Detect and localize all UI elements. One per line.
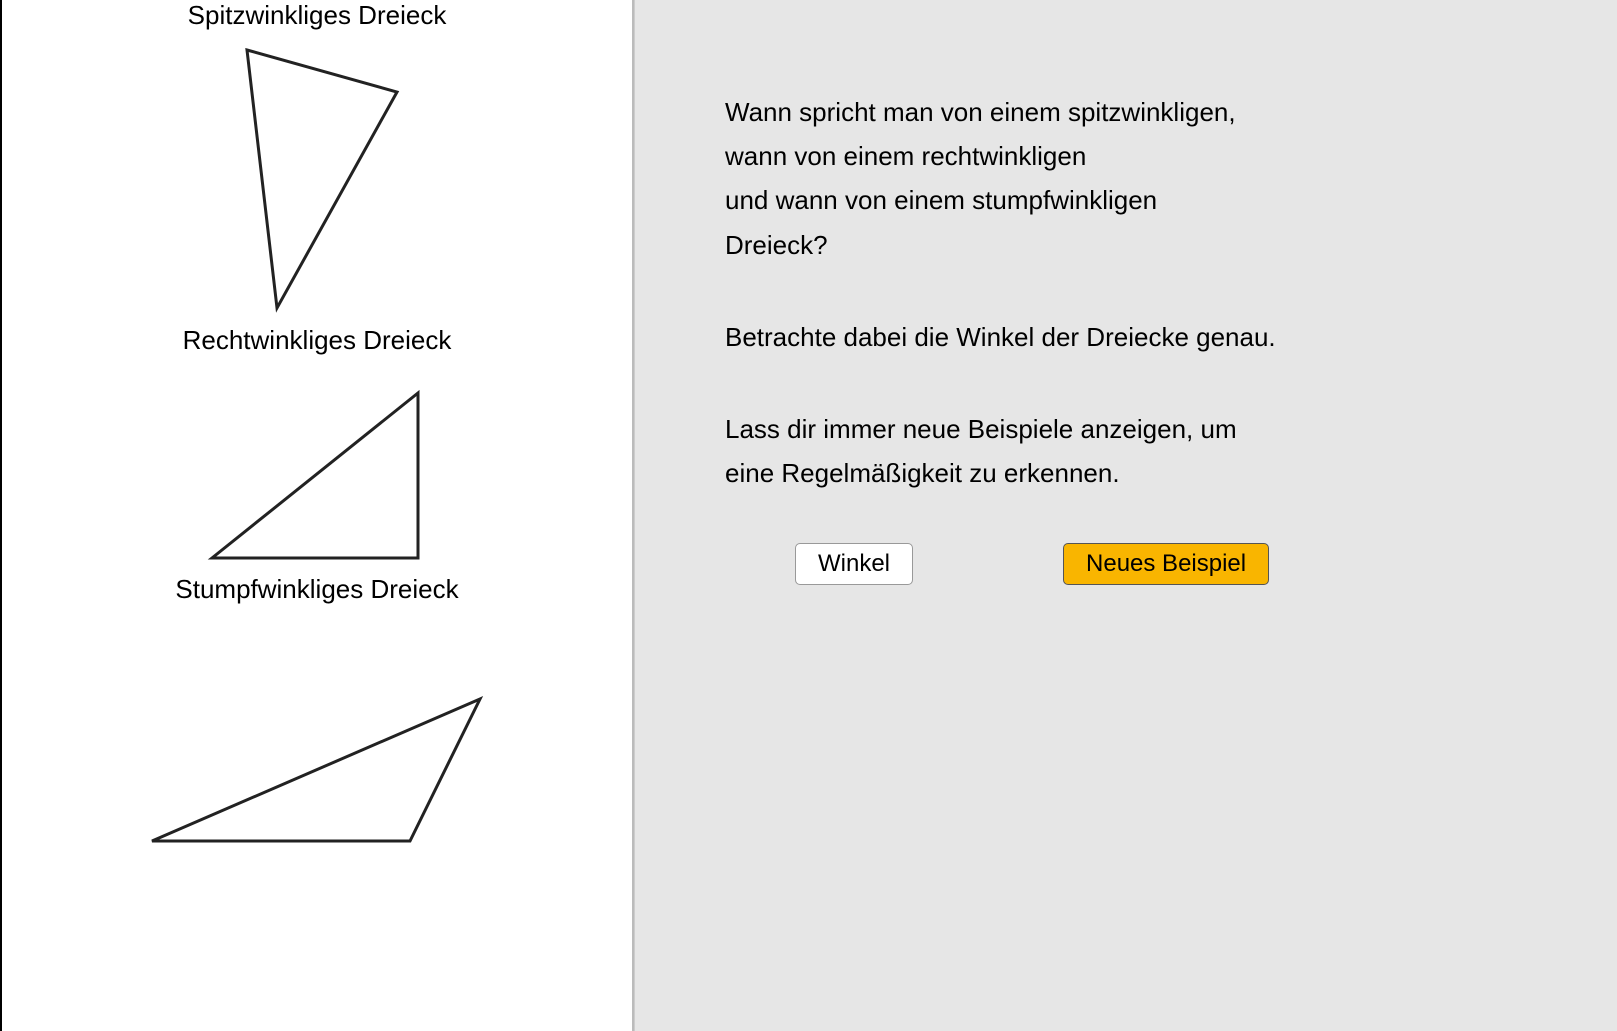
instruction-paragraph-2: Betrachte dabei die Winkel der Dreiecke … [725,315,1547,359]
label-acute-triangle: Spitzwinkliges Dreieck [188,0,447,31]
text-line: Betrachte dabei die Winkel der Dreiecke … [725,322,1276,352]
instruction-paragraph-1: Wann spricht man von einem spitzwinklige… [725,90,1547,267]
right-panel: Wann spricht man von einem spitzwinklige… [634,0,1617,1031]
left-panel: Spitzwinkliges Dreieck Rechtwinkliges Dr… [0,0,634,1031]
right-triangle-shape [212,393,418,558]
obtuse-triangle-svg [142,689,492,854]
right-triangle-svg [202,383,432,568]
winkel-button[interactable]: Winkel [795,543,913,585]
text-line: Lass dir immer neue Beispiele anzeigen, … [725,414,1237,444]
text-line: wann von einem rechtwinkligen [725,141,1086,171]
instruction-paragraph-3: Lass dir immer neue Beispiele anzeigen, … [725,407,1547,495]
buttons-row: Winkel Neues Beispiel [725,543,1547,585]
acute-triangle-box [207,35,427,325]
obtuse-triangle-box [142,609,492,889]
text-line: Dreieck? [725,230,828,260]
text-line: und wann von einem stumpfwinkligen [725,185,1157,215]
acute-triangle-shape [247,50,397,308]
text-line: eine Regelmäßigkeit zu erkennen. [725,458,1120,488]
label-right-triangle: Rechtwinkliges Dreieck [183,325,452,356]
obtuse-triangle-shape [152,699,480,841]
text-line: Wann spricht man von einem spitzwinklige… [725,97,1236,127]
right-triangle-box [202,360,432,570]
label-obtuse-triangle: Stumpfwinkliges Dreieck [175,574,458,605]
neues-beispiel-button[interactable]: Neues Beispiel [1063,543,1269,585]
acute-triangle-svg [207,40,427,320]
